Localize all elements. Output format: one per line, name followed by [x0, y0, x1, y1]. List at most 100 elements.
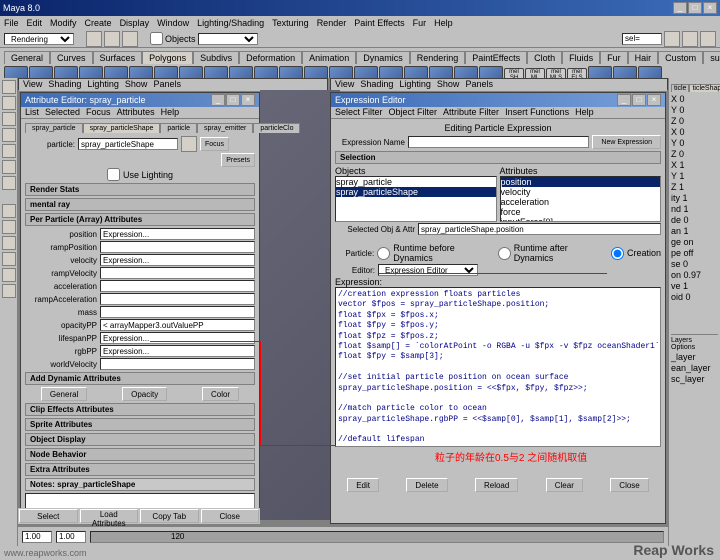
vp-menu[interactable]: Panels [153, 79, 181, 91]
attr-field[interactable] [100, 280, 255, 292]
particle-field[interactable] [78, 138, 178, 150]
channel-item[interactable]: Z 0 [671, 149, 718, 159]
lasso-tool-icon[interactable] [2, 96, 16, 110]
clear-button[interactable]: Clear [546, 478, 583, 492]
section-per-particle[interactable]: Per Particle (Array) Attributes [25, 213, 255, 226]
menu-texturing[interactable]: Texturing [272, 18, 309, 28]
layout-icon[interactable] [2, 284, 16, 298]
list-item[interactable]: spray_particleShape [336, 187, 496, 197]
ae-tab[interactable]: spray_particleShape [83, 123, 161, 133]
expr-editor-titlebar[interactable]: Expression Editor _ □ × [331, 93, 665, 107]
shelf-tab[interactable]: sun [703, 51, 720, 64]
shelf-tab[interactable]: Subdivs [193, 51, 239, 64]
vp-menu[interactable]: Shading [360, 79, 393, 91]
shelf-tab[interactable]: General [4, 51, 50, 64]
section-sprite[interactable]: Sprite Attributes [25, 418, 255, 431]
vp-menu[interactable]: Lighting [87, 79, 119, 91]
ee-menu[interactable]: Attribute Filter [443, 107, 499, 118]
new-expr-button[interactable]: New Expression [592, 135, 661, 149]
section-mental-ray[interactable]: mental ray [25, 198, 255, 211]
attr-editor-titlebar[interactable]: Attribute Editor: spray_particle _ □ × [21, 93, 259, 107]
last-tool-icon[interactable] [2, 176, 16, 190]
section-add-dynamic[interactable]: Add Dynamic Attributes [25, 372, 255, 385]
channel-item[interactable]: oid 0 [671, 292, 718, 302]
move-tool-icon[interactable] [2, 112, 16, 126]
menu-lighting[interactable]: Lighting/Shading [197, 18, 264, 28]
module-dropdown[interactable]: Rendering [4, 33, 74, 45]
toolbar-btn[interactable] [104, 31, 120, 47]
section-selection[interactable]: Selection [335, 151, 661, 164]
channel-item[interactable]: ge on [671, 237, 718, 247]
section-objdisplay[interactable]: Object Display [25, 433, 255, 446]
channel-item[interactable]: X 1 [671, 160, 718, 170]
close-button[interactable]: Close [201, 509, 260, 523]
presets-button[interactable]: Presets [221, 153, 255, 167]
ae-menu[interactable]: Selected [45, 107, 80, 118]
ae-tab[interactable]: particleClo [253, 123, 300, 133]
creation-radio[interactable] [611, 247, 624, 260]
shelf-tab[interactable]: Hair [628, 51, 659, 64]
menu-render[interactable]: Render [317, 18, 347, 28]
ae-tab[interactable]: particle [160, 123, 197, 133]
select-tool-icon[interactable] [2, 80, 16, 94]
attr-field[interactable] [100, 228, 255, 240]
list-item[interactable]: acceleration [501, 197, 661, 207]
section-notes[interactable]: Notes: spray_particleShape [25, 478, 255, 491]
channel-item[interactable]: se 0 [671, 259, 718, 269]
channel-item[interactable]: nd 1 [671, 204, 718, 214]
shelf-tab[interactable]: Curves [50, 51, 93, 64]
delete-button[interactable]: Delete [406, 478, 447, 492]
shelf-tab[interactable]: Surfaces [93, 51, 143, 64]
menu-display[interactable]: Display [120, 18, 150, 28]
close-button[interactable]: Close [610, 478, 648, 492]
section-render-stats[interactable]: Render Stats [25, 183, 255, 196]
node-icon[interactable] [181, 136, 197, 152]
menu-window[interactable]: Window [157, 18, 189, 28]
channel-item[interactable]: ve 1 [671, 281, 718, 291]
scale-tool-icon[interactable] [2, 144, 16, 158]
toolbar-btn[interactable] [682, 31, 698, 47]
focus-button[interactable]: Focus [200, 137, 229, 151]
menu-file[interactable]: File [4, 18, 19, 28]
ee-menu[interactable]: Help [575, 107, 594, 118]
time-slider[interactable]: 120 [90, 531, 664, 543]
editor-dropdown[interactable]: Expression Editor [378, 264, 478, 276]
opacity-button[interactable]: Opacity [122, 387, 167, 401]
shelf-tab[interactable]: Fur [600, 51, 628, 64]
channel-item[interactable]: X 0 [671, 127, 718, 137]
shelf-tab[interactable]: Dynamics [356, 51, 410, 64]
viewport-3d-bg[interactable] [260, 90, 340, 520]
toolbar-btn[interactable] [86, 31, 102, 47]
layout-icon[interactable] [2, 236, 16, 250]
shelf-tab[interactable]: Rendering [410, 51, 466, 64]
shelf-tab[interactable]: Animation [302, 51, 356, 64]
attr-field[interactable] [100, 267, 255, 279]
shelf-tab[interactable]: PaintEffects [465, 51, 527, 64]
attr-field[interactable] [100, 319, 255, 331]
range-start-field[interactable] [22, 531, 52, 543]
layout-icon[interactable] [2, 204, 16, 218]
attributes-listbox[interactable]: position velocity acceleration force inp… [500, 176, 662, 222]
section-extra[interactable]: Extra Attributes [25, 463, 255, 476]
menu-painteffects[interactable]: Paint Effects [354, 18, 404, 28]
channel-item[interactable]: ity 1 [671, 193, 718, 203]
channel-item[interactable]: Z 0 [671, 116, 718, 126]
channel-tab[interactable]: ticleShape [689, 84, 720, 92]
maximize-button[interactable]: □ [688, 2, 702, 14]
runtime-after-radio[interactable] [498, 247, 511, 260]
timeline[interactable]: 120 [18, 526, 668, 546]
expr-name-field[interactable] [408, 136, 589, 148]
minimize-button[interactable]: _ [673, 2, 687, 14]
channel-item[interactable]: Y 0 [671, 138, 718, 148]
layer-item[interactable]: _layer [671, 352, 718, 362]
shelf-tab[interactable]: Fluids [562, 51, 600, 64]
channel-item[interactable]: Y 0 [671, 105, 718, 115]
reload-button[interactable]: Reload [475, 478, 518, 492]
layer-item[interactable]: ean_layer [671, 363, 718, 373]
attr-field[interactable] [100, 358, 255, 370]
channel-item[interactable]: an 1 [671, 226, 718, 236]
ae-tab[interactable]: spray_emitter [197, 123, 253, 133]
copy-tab-button[interactable]: Copy Tab [140, 509, 199, 523]
ee-menu[interactable]: Select Filter [335, 107, 383, 118]
vp-menu[interactable]: Shading [48, 79, 81, 91]
